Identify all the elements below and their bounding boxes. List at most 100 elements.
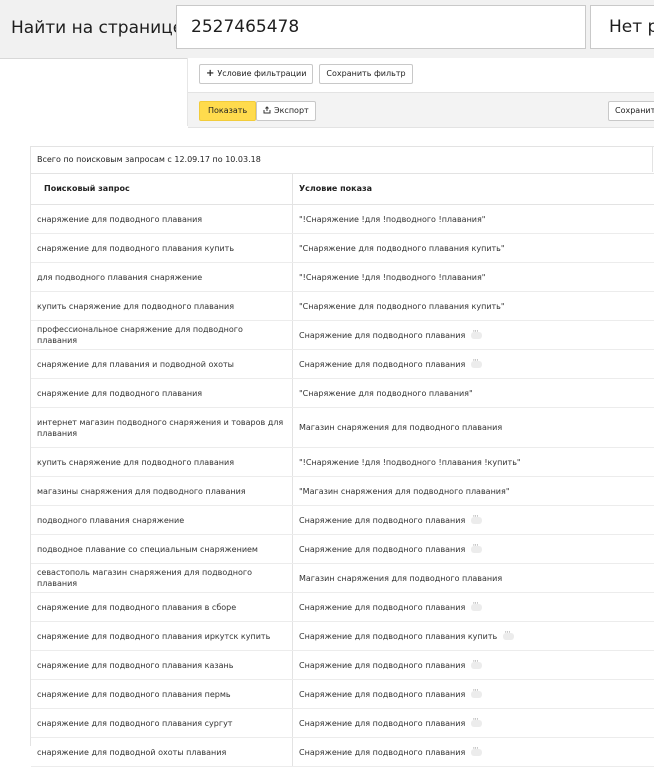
condition-text: Снаряжение для подводного плавания bbox=[299, 718, 466, 728]
condition-text: Магазин снаряжения для подводного плаван… bbox=[299, 573, 503, 583]
condition-cell: Магазин снаряжения для подводного плаван… bbox=[293, 564, 653, 592]
report-caption: Всего по поисковым запросам с 12.09.17 п… bbox=[31, 146, 654, 174]
table-row: магазины снаряжения для подводного плава… bbox=[31, 477, 654, 506]
condition-cell: Снаряжение для подводного плавания купит… bbox=[293, 622, 653, 650]
condition-cell: "Снаряжение для подводного плавания" bbox=[293, 379, 653, 407]
query-cell: снаряжение для подводного плавания в сбо… bbox=[31, 593, 293, 621]
query-cell: купить снаряжение для подводного плавани… bbox=[31, 292, 293, 320]
condition-text: "!Снаряжение !для !подводного !плавания … bbox=[299, 457, 521, 467]
add-condition-button[interactable]: + Условие фильтрации bbox=[199, 64, 314, 84]
condition-cell: Снаряжение для подводного плавания bbox=[293, 738, 653, 766]
more-icon[interactable] bbox=[471, 541, 483, 553]
more-icon[interactable] bbox=[471, 715, 483, 727]
find-label: Найти на странице bbox=[11, 18, 184, 38]
table-row: профессиональное снаряжение для подводно… bbox=[31, 321, 654, 350]
condition-cell: Снаряжение для подводного плавания bbox=[293, 680, 653, 708]
table-body: снаряжение для подводного плавания "!Снар… bbox=[31, 205, 654, 767]
find-bar: Найти на странице 2527465478 Нет ре bbox=[0, 0, 654, 59]
table-row: снаряжение для подводного плавания "!Снар… bbox=[31, 205, 654, 234]
condition-text: Снаряжение для подводного плавания bbox=[299, 330, 466, 340]
export-icon bbox=[263, 106, 271, 114]
plus-icon: + bbox=[206, 68, 215, 79]
column-header-query: Поисковый запрос bbox=[31, 174, 293, 204]
more-icon[interactable] bbox=[471, 356, 483, 368]
condition-text: "Магазин снаряжения для подводного плава… bbox=[299, 486, 510, 496]
condition-cell: Снаряжение для подводного плавания bbox=[293, 593, 653, 621]
query-cell: снаряжение для подводного плавания иркут… bbox=[31, 622, 293, 650]
condition-text: Снаряжение для подводного плавания bbox=[299, 660, 466, 670]
more-icon[interactable] bbox=[471, 686, 483, 698]
find-status: Нет ре bbox=[590, 5, 654, 49]
query-cell: снаряжение для подводной охоты плавания bbox=[31, 738, 293, 766]
condition-text: "!Снаряжение !для !подводного !плавания" bbox=[299, 272, 486, 282]
condition-text: Магазин снаряжения для подводного плаван… bbox=[299, 423, 503, 432]
query-cell: снаряжение для подводного плавания казан… bbox=[31, 651, 293, 679]
condition-text: "!Снаряжение !для !подводного !плавания" bbox=[299, 214, 486, 224]
condition-text: Снаряжение для подводного плавания bbox=[299, 544, 466, 554]
find-input[interactable]: 2527465478 bbox=[176, 5, 586, 49]
query-cell: снаряжение для подводного плавания bbox=[31, 379, 293, 407]
query-cell: снаряжение для подводного плавания пермь bbox=[31, 680, 293, 708]
query-cell: снаряжение для подводного плавания bbox=[31, 205, 293, 233]
query-cell: профессиональное снаряжение для подводно… bbox=[31, 321, 293, 349]
condition-cell: "Снаряжение для подводного плавания купи… bbox=[293, 234, 653, 262]
condition-cell: "!Снаряжение !для !подводного !плавания … bbox=[293, 448, 653, 476]
table-row: севастополь магазин снаряжения для подво… bbox=[31, 564, 654, 593]
condition-text: Снаряжение для подводного плавания bbox=[299, 602, 466, 612]
condition-cell: Снаряжение для подводного плавания bbox=[293, 321, 653, 349]
table-row: снаряжение для подводного плавания "Снаря… bbox=[31, 379, 654, 408]
filter-actions: + Условие фильтрации Сохранить фильтр bbox=[199, 64, 413, 84]
more-icon[interactable] bbox=[471, 657, 483, 669]
show-button[interactable]: Показать bbox=[199, 101, 257, 121]
more-icon[interactable] bbox=[471, 599, 483, 611]
add-condition-label: Условие фильтрации bbox=[217, 69, 307, 78]
condition-text: "Снаряжение для подводного плавания" bbox=[299, 388, 473, 398]
condition-cell: Снаряжение для подводного плавания bbox=[293, 651, 653, 679]
condition-cell: Снаряжение для подводного плавания bbox=[293, 506, 653, 534]
table-row: снаряжение для подводной охоты плавания С… bbox=[31, 738, 654, 767]
query-cell: интернет магазин подводного снаряжения и… bbox=[31, 408, 293, 447]
filter-panel: + Условие фильтрации Сохранить фильтр Пока… bbox=[187, 58, 654, 128]
condition-cell: Магазин снаряжения для подводного плаван… bbox=[293, 408, 653, 447]
condition-text: Снаряжение для подводного плавания bbox=[299, 747, 466, 757]
more-icon[interactable] bbox=[471, 744, 483, 756]
condition-text: Снаряжение для подводного плавания bbox=[299, 359, 466, 369]
table-row: снаряжение для подводного плавания купит… bbox=[31, 234, 654, 263]
filter-toolbar: Показать Экспорт Сохранить о bbox=[188, 92, 654, 128]
search-queries-report: Всего по поисковым запросам с 12.09.17 п… bbox=[30, 146, 654, 767]
export-label: Экспорт bbox=[274, 106, 309, 115]
condition-cell: Снаряжение для подводного плавания bbox=[293, 535, 653, 563]
save-filter-button[interactable]: Сохранить фильтр bbox=[319, 64, 413, 84]
table-row: подводного плавания снаряжение Снаряжение… bbox=[31, 506, 654, 535]
table-row: снаряжение для подводного плавания сургу… bbox=[31, 709, 654, 738]
table-row: снаряжение для плавания и подводной охот… bbox=[31, 350, 654, 379]
query-cell: снаряжение для подводного плавания купит… bbox=[31, 234, 293, 262]
more-icon[interactable] bbox=[471, 327, 483, 339]
more-icon[interactable] bbox=[471, 512, 483, 524]
condition-cell: Снаряжение для подводного плавания bbox=[293, 350, 653, 378]
query-cell: севастополь магазин снаряжения для подво… bbox=[31, 564, 293, 592]
table-row: снаряжение для подводного плавания казан… bbox=[31, 651, 654, 680]
table-row: для подводного плавания снаряжение "!Снар… bbox=[31, 263, 654, 292]
condition-cell: "Снаряжение для подводного плавания купи… bbox=[293, 292, 653, 320]
condition-text: Снаряжение для подводного плавания bbox=[299, 689, 466, 699]
table-row: снаряжение для подводного плавания иркут… bbox=[31, 622, 654, 651]
condition-text: "Снаряжение для подводного плавания купи… bbox=[299, 243, 505, 253]
table-row: подводное плавание со специальным снаряж… bbox=[31, 535, 654, 564]
column-header-condition: Условие показа bbox=[299, 184, 373, 193]
condition-cell: "!Снаряжение !для !подводного !плавания" bbox=[293, 205, 653, 233]
export-button[interactable]: Экспорт bbox=[256, 101, 316, 121]
condition-cell: "!Снаряжение !для !подводного !плавания" bbox=[293, 263, 653, 291]
table-header: Поисковый запрос Условие показа bbox=[31, 174, 654, 205]
table-row: интернет магазин подводного снаряжения и… bbox=[31, 408, 654, 448]
query-cell: подводного плавания снаряжение bbox=[31, 506, 293, 534]
condition-cell: "Магазин снаряжения для подводного плава… bbox=[293, 477, 653, 505]
save-right-button[interactable]: Сохранить о bbox=[608, 101, 654, 121]
caption-border bbox=[652, 146, 653, 172]
table-row: купить снаряжение для подводного плавани… bbox=[31, 448, 654, 477]
table-row: купить снаряжение для подводного плавани… bbox=[31, 292, 654, 321]
query-cell: для подводного плавания снаряжение bbox=[31, 263, 293, 291]
table-row: снаряжение для подводного плавания пермь… bbox=[31, 680, 654, 709]
more-icon[interactable] bbox=[503, 628, 515, 640]
condition-cell: Снаряжение для подводного плавания bbox=[293, 709, 653, 737]
